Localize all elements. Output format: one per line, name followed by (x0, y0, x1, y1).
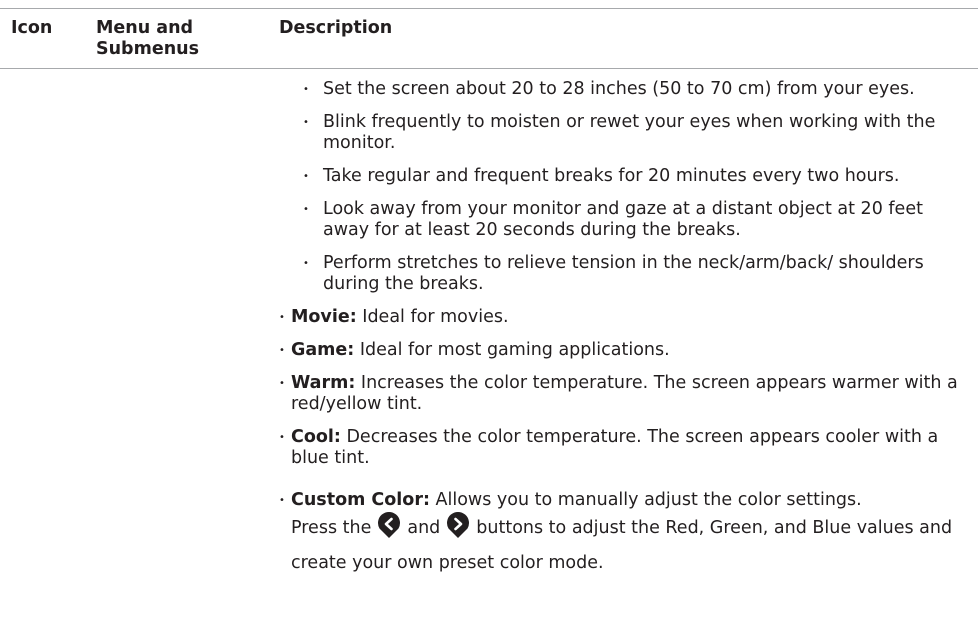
tip-text: Set the screen about 20 to 28 inches (50… (323, 79, 915, 99)
mode-cool-label: Cool: (291, 427, 341, 447)
press-and: and (407, 518, 441, 538)
tip-item: • Set the screen about 20 to 28 inches (5… (279, 79, 969, 100)
mode-movie-label: Movie: (291, 307, 357, 327)
chevron-left-button-icon (375, 511, 403, 549)
bullet: • (303, 171, 309, 182)
mode-custom-label: Custom Color: (291, 490, 430, 510)
bullet: • (279, 495, 285, 506)
mode-cool-text: Decreases the color temperature. The scr… (291, 427, 939, 468)
mode-game-label: Game: (291, 340, 355, 360)
bullet: • (303, 258, 309, 269)
description-cell: • Set the screen about 20 to 28 inches (5… (279, 79, 969, 578)
mode-warm-label: Warm: (291, 373, 356, 393)
tip-item: • Perform stretches to relieve tension in… (279, 253, 969, 295)
tip-item: • Blink frequently to moisten or rewet yo… (279, 112, 969, 154)
bullet: • (303, 84, 309, 95)
header-bottom-rule (0, 68, 978, 69)
press-prefix: Press the (291, 518, 372, 538)
bullet: • (279, 312, 285, 323)
tip-text: Blink frequently to moisten or rewet you… (323, 112, 936, 153)
mode-cool: • Cool: Decreases the color temperature. … (279, 427, 969, 469)
tip-item: • Look away from your monitor and gaze at… (279, 199, 969, 241)
mode-game-text: Ideal for most gaming applications. (354, 340, 670, 360)
custom-color-instructions: Press the and buttons to adjust the Red, G… (279, 511, 969, 578)
bullet: • (303, 204, 309, 215)
bullet: • (279, 432, 285, 443)
bullet: • (279, 345, 285, 356)
tip-text: Look away from your monitor and gaze at … (323, 199, 923, 240)
mode-movie: • Movie: Ideal for movies. (279, 307, 969, 328)
mode-game: • Game: Ideal for most gaming application… (279, 340, 969, 361)
chevron-right-button-icon (444, 511, 472, 549)
mode-movie-text: Ideal for movies. (356, 307, 509, 327)
header-description: Description (279, 18, 393, 38)
header-icon: Icon (11, 18, 53, 38)
mode-warm-text: Increases the color temperature. The scr… (291, 373, 958, 414)
tip-text: Take regular and frequent breaks for 20 … (323, 166, 900, 186)
table-top-rule (0, 8, 978, 9)
mode-warm: • Warm: Increases the color temperature. … (279, 373, 969, 415)
mode-custom-color: • Custom Color: Allows you to manually ad… (279, 490, 969, 511)
bullet: • (303, 117, 309, 128)
tip-item: • Take regular and frequent breaks for 20… (279, 166, 969, 187)
bullet: • (279, 378, 285, 389)
header-menu-and-submenus: Menu and Submenus (96, 18, 200, 59)
mode-custom-text: Allows you to manually adjust the color … (429, 490, 862, 510)
tip-text: Perform stretches to relieve tension in … (323, 253, 924, 294)
